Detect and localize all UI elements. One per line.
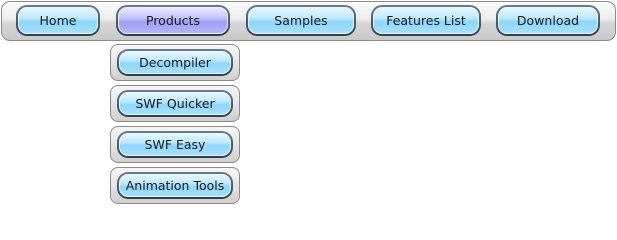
menu-item-features-list[interactable]: Features List [373,7,479,34]
submenu-item-swf-quicker[interactable]: SWF Quicker [119,92,231,115]
submenu-item-swf-easy-plate: SWF Easy [110,126,240,163]
menu-item-samples-frame: Samples [246,5,356,36]
submenu-item-swf-quicker-frame: SWF Quicker [117,90,233,117]
menu-stage: Home Products Samples Features List Down… [0,0,617,212]
submenu-item-decompiler-frame: Decompiler [117,49,233,76]
menu-item-features-list-frame: Features List [371,5,481,36]
menu-item-download[interactable]: Download [498,7,598,34]
submenu-item-animation-tools[interactable]: Animation Tools [119,174,231,197]
menu-item-products-frame: Products [116,5,230,36]
menu-item-samples[interactable]: Samples [248,7,354,34]
menu-item-home-frame: Home [16,5,100,36]
submenu-item-swf-easy[interactable]: SWF Easy [119,133,231,156]
menu-item-home[interactable]: Home [18,7,98,34]
submenu-item-animation-tools-plate: Animation Tools [110,167,240,204]
submenu-item-swf-quicker-plate: SWF Quicker [110,85,240,122]
menu-item-download-frame: Download [496,5,600,36]
submenu-item-animation-tools-frame: Animation Tools [117,172,233,199]
menu-item-products[interactable]: Products [118,7,228,34]
submenu-item-decompiler[interactable]: Decompiler [119,51,231,74]
submenu-item-swf-easy-frame: SWF Easy [117,131,233,158]
submenu-item-decompiler-plate: Decompiler [110,44,240,81]
